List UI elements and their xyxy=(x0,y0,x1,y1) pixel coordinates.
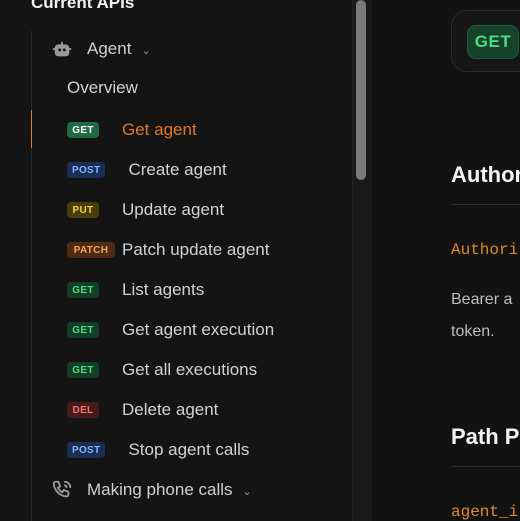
sidebar-item-list-agents[interactable]: GET List agents xyxy=(67,276,204,304)
sidebar-item-update-agent[interactable]: PUT Update agent xyxy=(67,196,224,224)
method-badge: GET xyxy=(67,122,99,138)
sidebar-item-stop-agent-calls[interactable]: POST Stop agent calls xyxy=(67,436,249,464)
sidebar-item-get-all-executions[interactable]: GET Get all executions xyxy=(67,356,257,384)
chevron-down-icon: ⌄ xyxy=(242,485,252,498)
sidebar-item-label: Patch update agent xyxy=(122,240,270,259)
sidebar-item-get-agent-execution[interactable]: GET Get agent execution xyxy=(67,316,274,344)
sidebar-item-patch-update-agent[interactable]: PATCH Patch update agent xyxy=(67,236,269,264)
nav-group-agent[interactable]: Agent ⌄ xyxy=(50,36,151,62)
nav-group-making-phone-calls[interactable]: Making phone calls ⌄ xyxy=(50,477,252,503)
robot-icon xyxy=(50,37,74,61)
phone-icon xyxy=(50,478,74,502)
nav-group-label: Making phone calls xyxy=(87,480,233,499)
method-pill: GET xyxy=(467,25,519,59)
scrollbar-thumb[interactable] xyxy=(356,0,366,180)
auth-description-line: token. xyxy=(451,323,495,340)
auth-heading: Author xyxy=(451,162,520,187)
sidebar-item-delete-agent[interactable]: DEL Delete agent xyxy=(67,396,218,424)
section-title: Current APIs xyxy=(31,0,135,12)
path-params-heading: Path P xyxy=(451,424,520,449)
auth-description-line: Bearer a xyxy=(451,291,513,308)
active-indicator xyxy=(31,110,32,148)
chevron-down-icon: ⌄ xyxy=(141,44,151,57)
sidebar-item-create-agent[interactable]: POST Create agent xyxy=(67,156,227,184)
method-badge: POST xyxy=(67,442,106,458)
method-badge: DEL xyxy=(67,402,99,418)
divider xyxy=(451,466,520,467)
method-badge: GET xyxy=(67,322,99,338)
nav-group-label: Agent xyxy=(87,39,132,58)
method-badge: PATCH xyxy=(67,242,115,258)
method-badge: PUT xyxy=(67,202,99,218)
sidebar-item-label: Delete agent xyxy=(122,400,219,419)
sidebar-item-label: Get agent execution xyxy=(122,320,275,339)
auth-param-name: Authori xyxy=(451,241,519,259)
method-badge: GET xyxy=(67,362,99,378)
tree-line xyxy=(31,31,32,521)
main-content: GET Author Authori Bearer a token. Path … xyxy=(372,0,520,521)
sidebar-item-label: List agents xyxy=(122,280,205,299)
sidebar-item-label: Get agent xyxy=(122,120,197,139)
sidebar-item-get-agent[interactable]: GET Get agent xyxy=(67,116,197,144)
auth-description: Bearer a token. xyxy=(451,284,512,348)
sidebar-item-label: Get all executions xyxy=(122,360,258,379)
sidebar-item-label: Update agent xyxy=(122,200,225,219)
sidebar-item-label: Stop agent calls xyxy=(128,440,250,459)
divider xyxy=(451,204,520,205)
method-badge: POST xyxy=(67,162,106,178)
sidebar: Current APIs Agent ⌄ Overview GET Get ag… xyxy=(0,0,352,521)
method-badge: GET xyxy=(67,282,99,298)
path-param-name: agent_i xyxy=(451,503,519,521)
sidebar-item-overview[interactable]: Overview xyxy=(67,78,138,98)
sidebar-item-label: Create agent xyxy=(128,160,227,179)
